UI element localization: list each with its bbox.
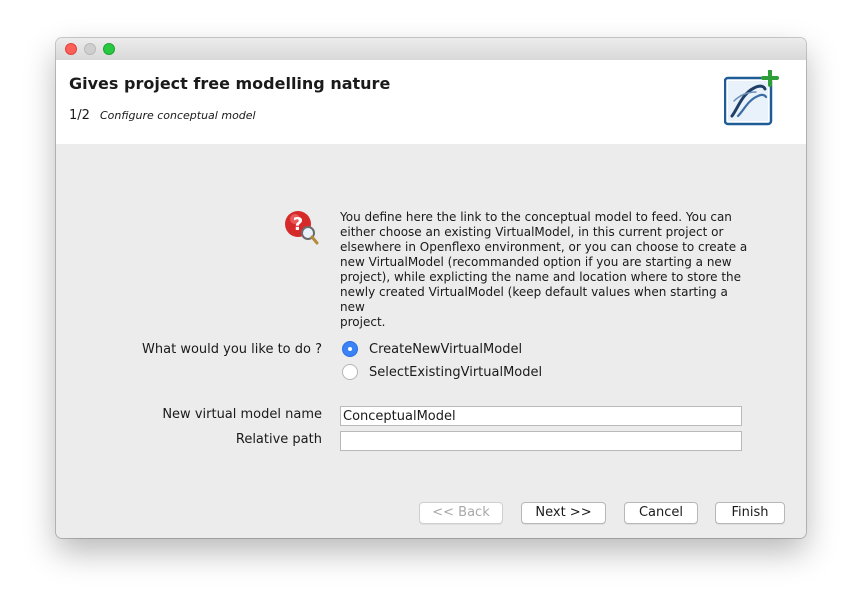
- help-description-line: project.: [340, 315, 386, 329]
- next-button[interactable]: Next >>: [521, 502, 606, 524]
- cancel-button[interactable]: Cancel: [624, 502, 698, 524]
- relative-path-label: Relative path: [235, 432, 322, 447]
- step-counter: 1/2: [69, 108, 90, 123]
- wizard-window: Gives project free modelling nature 1/2 …: [56, 38, 806, 538]
- radio-button-unselected[interactable]: [342, 364, 358, 380]
- wizard-header: Gives project free modelling nature 1/2 …: [56, 60, 806, 144]
- zoom-window-button[interactable]: [103, 43, 115, 55]
- help-description-line: new VirtualModel (recommanded option if …: [340, 255, 732, 269]
- radio-label: SelectExistingVirtualModel: [369, 364, 543, 380]
- title-bar[interactable]: [56, 38, 806, 61]
- radio-button-selected[interactable]: [342, 341, 358, 357]
- help-description: You define here the link to the conceptu…: [340, 210, 750, 330]
- radio-create-new-virtual-model[interactable]: CreateNewVirtualModel: [342, 339, 522, 359]
- name-label: New virtual model name: [162, 407, 322, 422]
- minimize-window-button[interactable]: [84, 43, 96, 55]
- back-button[interactable]: << Back: [419, 502, 503, 524]
- help-description-line: elsewhere in Openflexo environment, or y…: [340, 240, 748, 254]
- help-description-line: newly created VirtualModel (keep default…: [340, 285, 728, 314]
- help-description-line: either choose an existing VirtualModel, …: [340, 225, 724, 239]
- finish-button[interactable]: Finish: [715, 502, 785, 524]
- choice-label: What would you like to do ?: [142, 342, 322, 357]
- help-magnifier-icon: ?: [285, 211, 319, 245]
- radio-select-existing-virtual-model[interactable]: SelectExistingVirtualModel: [342, 362, 542, 382]
- help-description-line: You define here the link to the conceptu…: [340, 210, 732, 224]
- help-description-line: project), while explicting the name and …: [340, 270, 742, 284]
- step-description: Configure conceptual model: [100, 109, 256, 122]
- relative-path-input[interactable]: [340, 431, 742, 451]
- wizard-title: Gives project free modelling nature: [69, 74, 391, 93]
- openflexo-plus-icon: [724, 70, 779, 126]
- close-window-button[interactable]: [65, 43, 77, 55]
- radio-label: CreateNewVirtualModel: [369, 341, 523, 357]
- virtual-model-name-input[interactable]: [340, 406, 742, 426]
